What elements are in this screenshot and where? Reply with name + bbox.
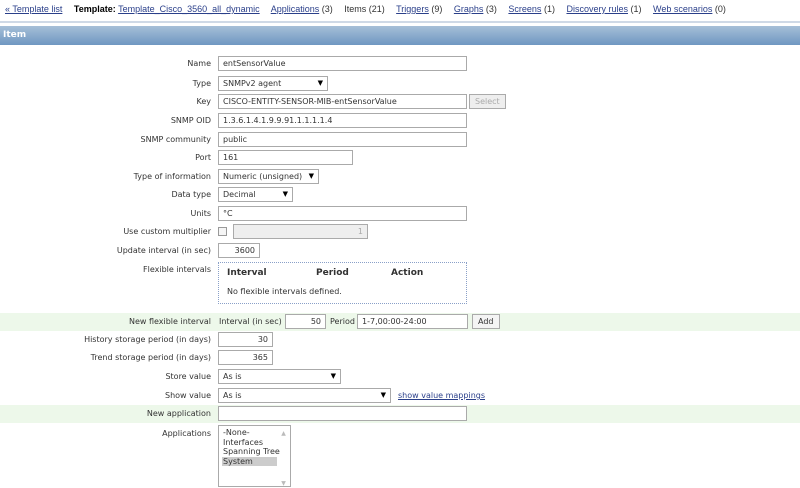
row-data-type: Data type Decimal (0, 186, 800, 204)
label: New application (146, 409, 211, 418)
column-header: Period (316, 268, 349, 278)
units-input[interactable]: °C (218, 206, 467, 221)
label: Use custom multiplier (123, 227, 211, 236)
label: Store value (165, 372, 211, 381)
row-name: Name entSensorValue (0, 55, 800, 73)
nav-count: (1) (630, 4, 642, 14)
history-input[interactable]: 30 (218, 332, 273, 347)
trends-input[interactable]: 365 (218, 350, 273, 365)
row-community: SNMP community public (0, 131, 800, 149)
top-navigation: « Template list Template: Template_Cisco… (5, 4, 726, 14)
row-trends: Trend storage period (in days) 365 (0, 349, 800, 367)
multiplier-input[interactable]: 1 (233, 224, 368, 239)
column-header: Interval (227, 268, 267, 278)
flex-period-input[interactable]: 1-7,00:00-24:00 (357, 314, 468, 329)
label: Trend storage period (in days) (90, 353, 211, 362)
name-input[interactable]: entSensorValue (218, 56, 467, 71)
update-interval-input[interactable]: 3600 (218, 243, 260, 258)
show-value-select[interactable]: As is (218, 388, 391, 403)
row-store: Store value As is (0, 368, 800, 386)
template-prefix: Template: (73, 4, 116, 14)
flex-interval-input[interactable]: 50 (285, 314, 326, 329)
row-history: History storage period (in days) 30 (0, 331, 800, 349)
nav-triggers[interactable]: Triggers (396, 4, 429, 14)
divider (0, 21, 800, 23)
nav-count: (3) (321, 4, 333, 14)
row-units: Units °C (0, 205, 800, 223)
row-type: Type SNMPv2 agent (0, 75, 800, 93)
new-application-input[interactable] (218, 406, 467, 421)
label: History storage period (in days) (84, 335, 211, 344)
label: SNMP community (140, 135, 211, 144)
row-applications: Applications (0, 426, 800, 444)
snmp-oid-input[interactable]: 1.3.6.1.4.1.9.9.91.1.1.1.1.4 (218, 113, 467, 128)
template-name-link[interactable]: Template_Cisco_3560_all_dynamic (118, 4, 260, 14)
row-port: Port 161 (0, 149, 800, 167)
label: SNMP OID (170, 116, 211, 125)
data-type-select[interactable]: Decimal (218, 187, 293, 202)
column-header: Action (391, 268, 424, 278)
label: Units (190, 209, 211, 218)
nav-count: (9) (431, 4, 443, 14)
interval-label: Interval (in sec) (219, 317, 282, 326)
template-list-link[interactable]: « Template list (5, 4, 62, 14)
flexible-intervals-table: Interval Period Action No flexible inter… (218, 262, 467, 304)
nav-count: (21) (368, 4, 385, 14)
port-input[interactable]: 161 (218, 150, 353, 165)
row-oid: SNMP OID 1.3.6.1.4.1.9.9.91.1.1.1.1.4 (0, 112, 800, 130)
nav-discovery-rules[interactable]: Discovery rules (566, 4, 628, 14)
row-update-interval: Update interval (in sec) 3600 (0, 242, 800, 260)
row-new-flexible: New flexible interval Interval (in sec) … (0, 313, 800, 331)
nav-screens[interactable]: Screens (508, 4, 541, 14)
nav-count: (3) (485, 4, 497, 14)
scrollbar[interactable]: ▲ ▼ (276, 427, 289, 487)
label: Flexible intervals (143, 265, 211, 274)
show-value-mappings-link[interactable]: show value mappings (398, 391, 485, 400)
label: Update interval (in sec) (116, 246, 211, 255)
row-multiplier: Use custom multiplier 1 (0, 223, 800, 241)
label: Name (187, 59, 211, 68)
list-option-selected[interactable]: System (222, 456, 277, 466)
empty-message: No flexible intervals defined. (227, 287, 342, 296)
key-input[interactable]: CISCO-ENTITY-SENSOR-MIB-entSensorValue (218, 94, 467, 109)
nav-graphs[interactable]: Graphs (454, 4, 484, 14)
custom-multiplier-checkbox[interactable] (218, 227, 227, 236)
row-key: Key CISCO-ENTITY-SENSOR-MIB-entSensorValu… (0, 93, 800, 111)
section-header: Item (0, 26, 800, 45)
label: New flexible interval (128, 317, 211, 326)
period-label: Period (330, 317, 355, 326)
label: Applications (162, 429, 211, 438)
label: Show value (165, 391, 211, 400)
type-select[interactable]: SNMPv2 agent (218, 76, 328, 91)
label: Type of information (133, 172, 211, 181)
nav-count: (1) (543, 4, 555, 14)
select-button[interactable]: Select (469, 94, 506, 109)
nav-web-scenarios[interactable]: Web scenarios (653, 4, 712, 14)
applications-listbox[interactable]: -None- Interfaces Spanning Tree System ▲… (218, 425, 291, 487)
nav-applications[interactable]: Applications (271, 4, 320, 14)
row-new-application: New application (0, 405, 800, 423)
row-show: Show value As is show value mappings (0, 387, 800, 405)
label: Key (196, 97, 211, 106)
label: Type (192, 79, 211, 88)
label: Data type (171, 190, 211, 199)
add-button[interactable]: Add (472, 314, 500, 329)
row-info-type: Type of information Numeric (unsigned) (0, 168, 800, 186)
type-of-information-select[interactable]: Numeric (unsigned) (218, 169, 319, 184)
nav-count: (0) (714, 4, 726, 14)
label: Port (195, 153, 211, 162)
store-value-select[interactable]: As is (218, 369, 341, 384)
nav-items: Items (344, 4, 367, 14)
snmp-community-input[interactable]: public (218, 132, 467, 147)
